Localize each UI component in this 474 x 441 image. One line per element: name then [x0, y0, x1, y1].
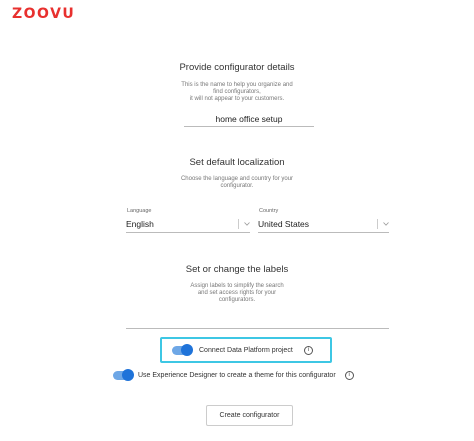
language-label: Language [127, 208, 152, 214]
localization-title: Set default localization [189, 157, 285, 168]
chevron-down-icon [244, 221, 250, 227]
chevron-down-icon [383, 221, 389, 227]
info-icon[interactable]: i [344, 370, 354, 380]
data-platform-toggle-row: Connect Data Platform project i [172, 344, 313, 356]
language-select[interactable]: English [126, 216, 250, 233]
experience-designer-label: Use Experience Designer to create a them… [138, 371, 336, 379]
labels-title: Set or change the labels [185, 264, 289, 275]
configurator-name-input[interactable]: home office setup [184, 112, 314, 127]
toggle-knob [181, 344, 193, 356]
localization-description: Choose the language and country for your… [180, 176, 294, 189]
data-platform-toggle[interactable] [172, 344, 193, 356]
info-icon[interactable]: i [303, 345, 313, 355]
country-label: Country [259, 208, 279, 214]
select-divider [377, 219, 378, 229]
data-platform-label: Connect Data Platform project [199, 346, 293, 354]
logo-text: ZOOVU [12, 6, 76, 22]
zoovu-logo: ZOOVU [12, 6, 75, 22]
experience-designer-toggle[interactable] [113, 369, 134, 381]
details-title: Provide configurator details [179, 62, 295, 73]
country-value: United States [258, 219, 310, 229]
labels-input[interactable] [126, 313, 389, 329]
details-description: This is the name to help you organize an… [181, 82, 293, 102]
select-divider [238, 219, 239, 229]
country-select[interactable]: United States [258, 216, 389, 233]
language-value: English [126, 219, 154, 229]
toggle-knob [122, 369, 134, 381]
create-configurator-button[interactable]: Create configurator [206, 405, 293, 426]
labels-description: Assign labels to simplify the search and… [190, 283, 284, 303]
experience-designer-toggle-row: Use Experience Designer to create a them… [113, 369, 354, 381]
